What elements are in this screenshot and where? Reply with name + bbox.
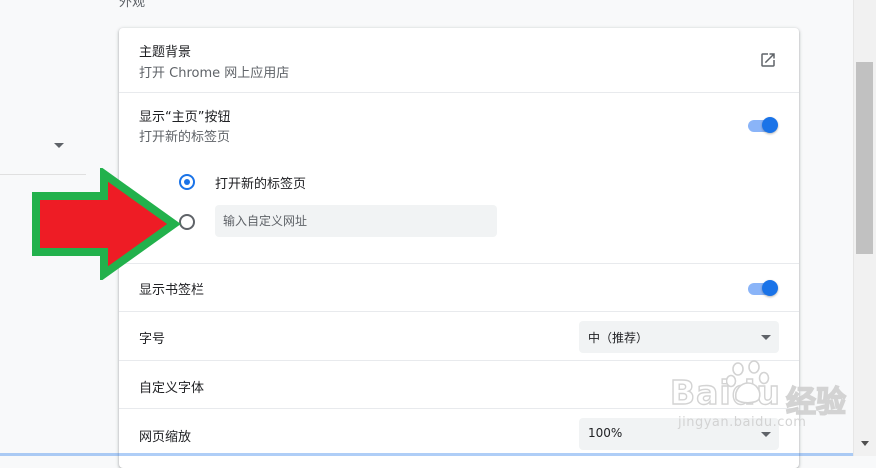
custom-url-input[interactable] [215, 205, 497, 237]
radio-new-tab-label[interactable]: 打开新的标签页 [215, 173, 306, 192]
home-button-row: 显示“主页”按钮 打开新的标签页 打开新的标签页 [119, 92, 799, 264]
bookmarks-toggle[interactable] [748, 280, 780, 296]
bookmarks-title: 显示书签栏 [139, 283, 205, 298]
toggle-knob [762, 280, 778, 296]
baidu-jingyan-watermark: Baidu 经验 jingyan.baidu.com [669, 358, 860, 438]
home-button-toggle[interactable] [748, 117, 780, 133]
vertical-scrollbar[interactable] [853, 0, 876, 456]
font-size-row: 字号 中（推荐） [119, 311, 799, 361]
home-button-subtitle: 打开新的标签页 [139, 130, 231, 145]
font-size-value: 中（推荐） [588, 331, 649, 345]
custom-fonts-title: 自定义字体 [139, 381, 205, 396]
scrollbar-thumb[interactable] [856, 62, 873, 254]
theme-subtitle: 打开 Chrome 网上应用店 [139, 66, 290, 81]
toggle-knob [762, 117, 778, 133]
left-dropdown-arrow-icon[interactable] [54, 143, 64, 148]
scroll-down-arrow-icon[interactable] [861, 441, 869, 446]
bookmarks-row[interactable]: 显示书签栏 [119, 263, 799, 312]
watermark-url: jingyan.baidu.com [678, 415, 807, 430]
font-size-select[interactable]: 中（推荐） [579, 321, 779, 353]
theme-title: 主题背景 [139, 45, 192, 60]
open-in-new-icon[interactable] [759, 51, 777, 69]
baidu-paw-icon [726, 360, 770, 404]
section-title: 外观 [119, 0, 146, 10]
chevron-down-icon [761, 335, 771, 340]
theme-row[interactable]: 主题背景 打开 Chrome 网上应用店 [119, 28, 799, 92]
page-zoom-value: 100% [588, 426, 623, 440]
font-size-title: 字号 [139, 332, 166, 347]
home-button-title: 显示“主页”按钮 [139, 110, 231, 125]
page-zoom-title: 网页缩放 [139, 430, 192, 445]
annotation-arrow-icon [32, 168, 181, 280]
